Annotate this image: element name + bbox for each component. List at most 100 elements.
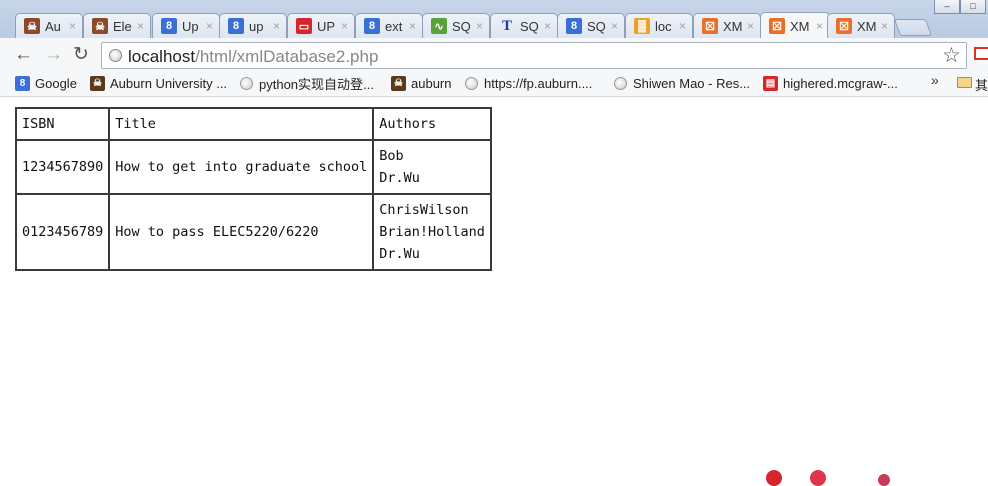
tab-title: SQ: [452, 18, 471, 34]
maximize-button[interactable]: □: [960, 0, 986, 14]
tab-close-icon[interactable]: ×: [611, 19, 618, 33]
folder-icon[interactable]: [957, 77, 972, 88]
browser-tab[interactable]: 8 SQ ×: [557, 13, 625, 38]
bookmarks-overflow-chevron[interactable]: »: [931, 72, 939, 88]
url-host: localhost: [128, 47, 196, 66]
books-table: ISBN Title Authors 1234567890 How to get…: [14, 107, 492, 271]
tab-favicon-icon: ∿: [431, 18, 447, 34]
title-cell: How to pass ELEC5220/6220: [108, 193, 375, 271]
bookmark-star-icon[interactable]: ☆: [942, 43, 961, 68]
browser-tab[interactable]: ☠ Ele ×: [83, 13, 151, 38]
tab-title: XM: [723, 18, 743, 34]
browser-tab[interactable]: ☒ XM ×: [760, 12, 830, 39]
tab-favicon-icon: 8: [161, 18, 177, 34]
tab-title: up: [249, 18, 264, 34]
tab-favicon-icon: 8: [228, 18, 244, 34]
gmail-icon[interactable]: [974, 47, 988, 60]
tab-close-icon[interactable]: ×: [544, 19, 551, 33]
browser-tab[interactable]: ☒ XM ×: [827, 13, 895, 38]
tab-favicon-icon: ☒: [836, 18, 852, 34]
bookmark-item[interactable]: ☠ Auburn University ...: [90, 73, 227, 93]
browser-tab[interactable]: 8 Up ×: [152, 13, 220, 38]
tab-favicon-icon: ▓: [634, 18, 650, 34]
author-name: Brian!Holland: [379, 224, 485, 240]
bookmark-label: python实现自动登...: [259, 76, 374, 92]
tab-close-icon[interactable]: ×: [341, 19, 348, 33]
bookmark-label: https://fp.auburn....: [484, 75, 593, 91]
isbn-cell: 0123456789: [14, 193, 111, 271]
bookmark-item[interactable]: 8 Google: [15, 73, 77, 93]
authors-cell: Bob Dr.Wu: [372, 139, 492, 195]
bookmark-item[interactable]: ▤ highered.mcgraw-...: [763, 73, 898, 93]
decorative-berry-icon: [878, 474, 890, 486]
tiger-icon: ☠: [391, 75, 406, 91]
address-bar[interactable]: localhost/html/xmlDatabase2.php: [101, 42, 967, 69]
other-bookmarks-label[interactable]: 其: [975, 75, 988, 94]
tab-close-icon[interactable]: ×: [206, 19, 213, 33]
bookmark-item[interactable]: ☠ auburn: [391, 73, 451, 93]
browser-tab[interactable]: 8 up ×: [219, 13, 287, 38]
address-url[interactable]: localhost/html/xmlDatabase2.php: [128, 47, 378, 67]
header-isbn: ISBN: [14, 107, 111, 141]
globe-icon: [240, 76, 253, 90]
author-name: Dr.Wu: [379, 246, 420, 262]
header-authors: Authors: [372, 107, 492, 141]
minimize-button[interactable]: –: [934, 0, 960, 14]
reload-button[interactable]: ↻: [73, 44, 89, 66]
page-content: ISBN Title Authors 1234567890 How to get…: [0, 97, 988, 482]
tab-close-icon[interactable]: ×: [747, 19, 754, 33]
bookmark-label: auburn: [411, 75, 452, 91]
tab-close-icon[interactable]: ×: [476, 19, 483, 33]
authors-cell: ChrisWilson Brian!Holland Dr.Wu: [372, 193, 492, 271]
browser-tab[interactable]: 8 ext ×: [355, 13, 423, 38]
bookmark-item[interactable]: https://fp.auburn....: [465, 73, 592, 93]
browser-tab[interactable]: ▓ loc ×: [625, 13, 693, 38]
tab-title: XM: [857, 18, 877, 34]
tab-close-icon[interactable]: ×: [69, 19, 76, 33]
globe-icon: [614, 76, 627, 90]
browser-tab[interactable]: ▭ UP ×: [287, 13, 355, 38]
browser-tab[interactable]: T SQ ×: [490, 13, 558, 38]
tab-title: SQ: [520, 18, 539, 34]
decorative-berry-icon: [766, 470, 782, 486]
table-row: 0123456789 How to pass ELEC5220/6220 Chr…: [14, 193, 492, 271]
globe-icon: [465, 76, 478, 90]
tab-title: XM: [790, 18, 810, 34]
tab-title: Up: [182, 18, 199, 34]
bookmark-item[interactable]: python实现自动登...: [240, 73, 374, 93]
tab-title: Au: [45, 18, 61, 34]
author-name: ChrisWilson: [379, 202, 469, 218]
bookmark-label: Auburn University ...: [110, 75, 228, 91]
tab-close-icon[interactable]: ×: [137, 19, 144, 33]
tab-title: ext: [385, 18, 403, 34]
tab-favicon-icon: T: [501, 17, 512, 34]
back-button[interactable]: ←: [14, 44, 33, 66]
bookmark-item[interactable]: Shiwen Mao - Res...: [614, 73, 750, 93]
page-info-icon[interactable]: [109, 49, 122, 62]
browser-tab[interactable]: ∿ SQ ×: [422, 13, 490, 38]
tab-favicon-icon: ☠: [24, 18, 40, 34]
tab-favicon-icon: ▭: [296, 18, 312, 34]
decorative-berry-icon: [810, 470, 826, 486]
tab-close-icon[interactable]: ×: [679, 19, 686, 33]
tab-favicon-icon: ☒: [702, 18, 718, 34]
tab-title: loc: [655, 18, 672, 34]
tab-close-icon[interactable]: ×: [273, 19, 280, 33]
tiger-icon: ☠: [90, 75, 105, 91]
isbn-cell: 1234567890: [14, 139, 111, 195]
browser-tab[interactable]: ☠ Au ×: [15, 13, 83, 38]
forward-button[interactable]: →: [44, 44, 63, 66]
tab-title: Ele: [113, 18, 132, 34]
new-tab-button[interactable]: [893, 19, 933, 36]
mcgraw-icon: ▤: [763, 75, 778, 91]
tab-title: SQ: [587, 18, 606, 34]
tab-close-icon[interactable]: ×: [816, 19, 823, 33]
tab-favicon-icon: 8: [566, 18, 582, 34]
bookmark-label: highered.mcgraw-...: [783, 75, 898, 91]
browser-tab[interactable]: ☒ XM ×: [693, 13, 761, 38]
tab-close-icon[interactable]: ×: [881, 19, 888, 33]
author-name: Dr.Wu: [379, 170, 420, 186]
bookmark-label: Shiwen Mao - Res...: [633, 75, 751, 91]
tab-close-icon[interactable]: ×: [409, 19, 416, 33]
title-cell: How to get into graduate school: [108, 139, 375, 195]
